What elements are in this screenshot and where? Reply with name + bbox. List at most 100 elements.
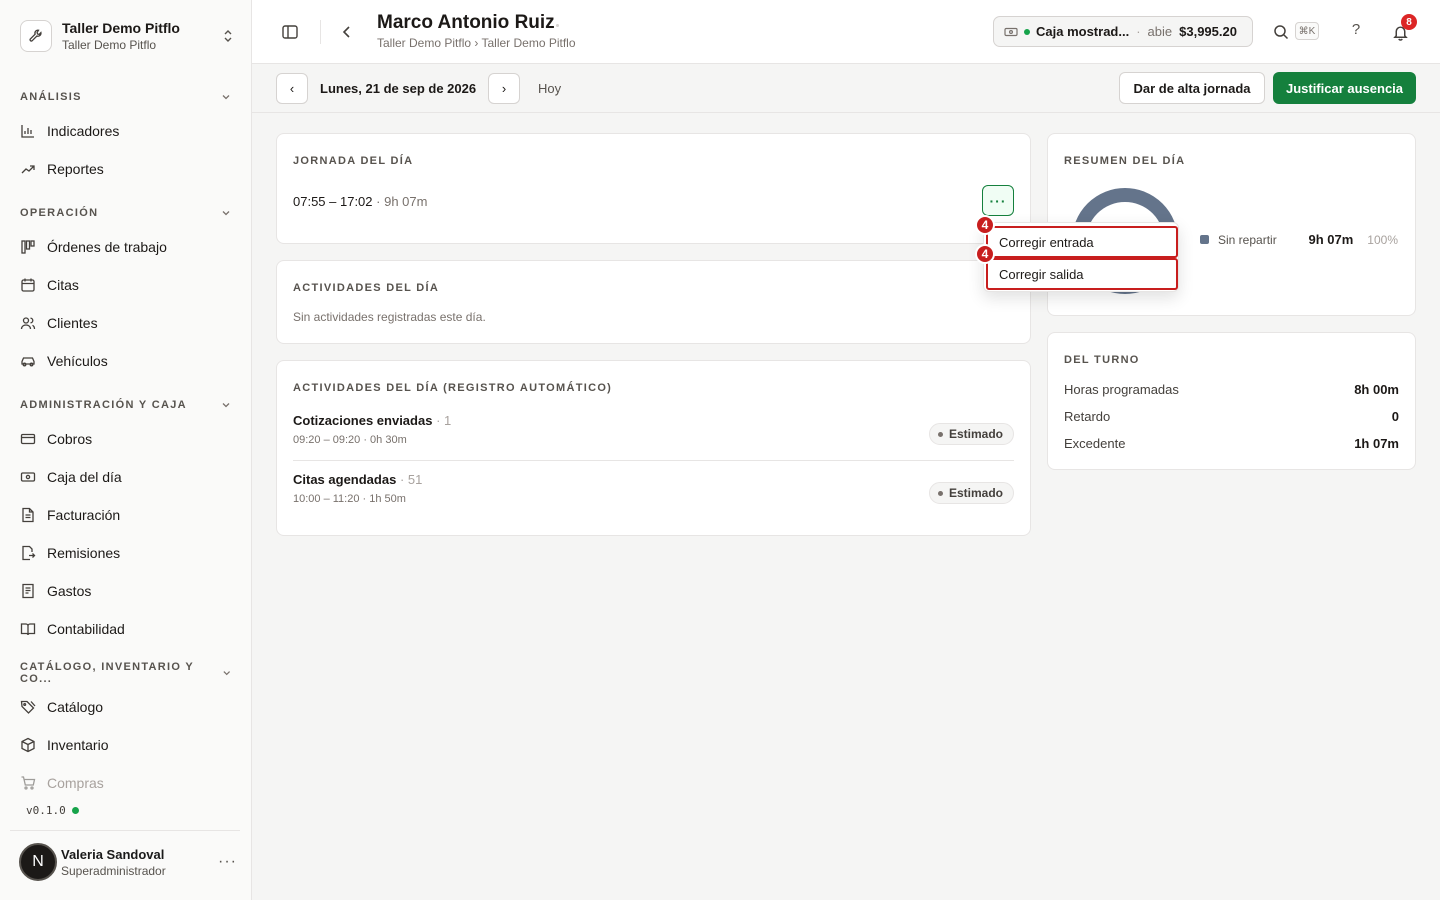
topbar: Marco Antonio Ruiz Taller Demo Pitflo › …	[252, 0, 1440, 64]
shift-range: 07:55 – 17:02	[293, 194, 373, 209]
file-text-icon	[20, 507, 36, 523]
sidebar-item-inventario[interactable]: Inventario	[20, 731, 232, 759]
prev-day-button[interactable]: ‹	[276, 73, 308, 104]
turn-row: Excedente 1h 07m	[1064, 436, 1399, 451]
turn-card: DEL TURNO Horas programadas 8h 00m Retard…	[1047, 332, 1416, 470]
activities-card: ACTIVIDADES DEL DÍA Sin actividades regi…	[276, 260, 1031, 344]
sidebar-item-compras[interactable]: Compras	[20, 769, 232, 797]
menu-item-correct-entry[interactable]: Corregir entrada	[986, 226, 1178, 258]
section-analisis[interactable]: ANÁLISIS	[20, 89, 232, 105]
shortcut-hint: ⌘K	[1295, 22, 1319, 40]
more-icon[interactable]: ···	[218, 853, 237, 871]
sidebar-item-label: Caja del día	[47, 469, 122, 485]
turn-label: Excedente	[1064, 436, 1126, 451]
badge-dot	[937, 490, 943, 496]
activity-title: Citas agendadas	[293, 472, 397, 487]
row-divider	[293, 460, 1014, 461]
sidebar-item-indicadores[interactable]: Indicadores	[20, 117, 232, 145]
next-day-button[interactable]: ›	[488, 73, 520, 104]
status-dot	[1024, 28, 1030, 35]
org-switcher[interactable]: Taller Demo Pitflo Taller Demo Pitflo	[20, 18, 236, 54]
bar-chart-icon	[20, 123, 36, 139]
chart-legend: Sin repartir 9h 07m 100%	[1200, 232, 1398, 247]
tags-icon	[20, 699, 36, 715]
user-menu[interactable]: N Valeria Sandoval Superadministrador ··…	[19, 842, 237, 882]
section-title: ANÁLISIS	[20, 91, 82, 103]
sidebar-item-label: Remisiones	[47, 545, 121, 561]
activity-count: · 1	[432, 413, 452, 428]
cash-register-selector[interactable]: Caja mostrad... · abie $3,995.20	[993, 16, 1253, 47]
shift-more-button[interactable]: ···	[982, 185, 1014, 216]
sidebar-item-label: Vehículos	[47, 353, 108, 369]
chevron-up-down-icon	[220, 26, 236, 46]
menu-item-correct-exit[interactable]: Corregir salida	[986, 258, 1178, 290]
section-administracion[interactable]: ADMINISTRACIÓN Y CAJA	[20, 397, 232, 413]
sidebar-item-contabilidad[interactable]: Contabilidad	[20, 615, 232, 643]
current-date: Lunes, 21 de sep de 2026	[320, 81, 477, 96]
legend-percent: 100%	[1367, 232, 1398, 247]
notification-badge: 8	[1401, 14, 1417, 30]
cash-name: Caja mostrad...	[1036, 24, 1130, 39]
register-shift-button[interactable]: Dar de alta jornada	[1119, 72, 1265, 104]
annotation-marker: 4	[975, 244, 995, 264]
sidebar-item-catalogo[interactable]: Catálogo	[20, 693, 232, 721]
turn-label: Retardo	[1064, 409, 1111, 424]
sidebar-item-label: Compras	[47, 775, 104, 791]
legend-label: Sin repartir	[1218, 232, 1277, 247]
sidebar-item-clientes[interactable]: Clientes	[20, 309, 232, 337]
sidebar-item-caja[interactable]: Caja del día	[20, 463, 232, 491]
org-name: Taller Demo Pitflo	[62, 20, 180, 36]
today-button[interactable]: Hoy	[538, 81, 561, 96]
sidebar-item-label: Citas	[47, 277, 79, 293]
cart-icon	[20, 775, 36, 791]
sidebar-item-remisiones[interactable]: Remisiones	[20, 539, 232, 567]
turn-value: 1h 07m	[1354, 436, 1399, 451]
version-text: v0.1.0	[26, 804, 66, 817]
activities-empty-text: Sin actividades registradas este día.	[293, 310, 486, 324]
user-name: Valeria Sandoval	[61, 846, 165, 862]
cash-icon	[1004, 27, 1018, 36]
auto-activities-heading: ACTIVIDADES DEL DÍA (REGISTRO AUTOMÁTICO…	[293, 382, 613, 394]
summary-heading: RESUMEN DEL DÍA	[1064, 155, 1186, 167]
sidebar-item-vehiculos[interactable]: Vehículos	[20, 347, 232, 375]
sidebar-item-reportes[interactable]: Reportes	[20, 155, 232, 183]
legend-swatch	[1200, 235, 1209, 244]
sidebar-toggle-icon[interactable]	[280, 22, 300, 42]
section-catalogo[interactable]: CATÁLOGO, INVENTARIO Y CO...	[20, 661, 232, 685]
activity-time: 09:20 – 09:20 · 0h 30m	[293, 434, 407, 446]
turn-heading: DEL TURNO	[1064, 354, 1140, 366]
turn-value: 0	[1391, 409, 1399, 424]
sidebar-item-label: Gastos	[47, 583, 92, 599]
turn-row: Retardo 0	[1064, 409, 1399, 424]
turn-value: 8h 00m	[1354, 382, 1399, 397]
car-icon	[20, 353, 36, 369]
badge-label: Estimado	[948, 486, 1003, 500]
sidebar-item-gastos[interactable]: Gastos	[20, 577, 232, 605]
activity-count: · 51	[396, 472, 423, 487]
calendar-icon	[20, 277, 36, 293]
section-operacion[interactable]: OPERACIÓN	[20, 205, 232, 221]
org-subtitle: Taller Demo Pitflo	[62, 38, 157, 52]
section-title: CATÁLOGO, INVENTARIO Y CO...	[20, 661, 194, 685]
list-item: Cotizaciones enviadas · 1 09:20 – 09:20 …	[293, 413, 1014, 463]
chevron-down-icon	[222, 671, 230, 676]
turn-label: Horas programadas	[1064, 382, 1179, 397]
sidebar-item-label: Reportes	[47, 161, 104, 177]
box-icon	[20, 737, 36, 753]
cash-register-icon	[20, 469, 36, 485]
help-icon[interactable]: ?	[1348, 21, 1364, 38]
sidebar-item-ordenes[interactable]: Órdenes de trabajo	[20, 233, 232, 261]
sidebar-item-label: Inventario	[47, 737, 109, 753]
activity-title: Cotizaciones enviadas	[293, 413, 433, 428]
sidebar-item-cobros[interactable]: Cobros	[20, 425, 232, 453]
file-export-icon	[20, 545, 36, 561]
justify-absence-button[interactable]: Justificar ausencia	[1273, 72, 1416, 104]
back-icon[interactable]	[337, 22, 357, 42]
sidebar-item-citas[interactable]: Citas	[20, 271, 232, 299]
sidebar-item-label: Catálogo	[47, 699, 104, 715]
sidebar-item-facturacion[interactable]: Facturación	[20, 501, 232, 529]
cash-amount: $3,995.20	[1179, 24, 1237, 39]
title-indicator-dot	[556, 24, 559, 27]
search-icon[interactable]	[1271, 22, 1291, 42]
users-icon	[20, 315, 36, 331]
